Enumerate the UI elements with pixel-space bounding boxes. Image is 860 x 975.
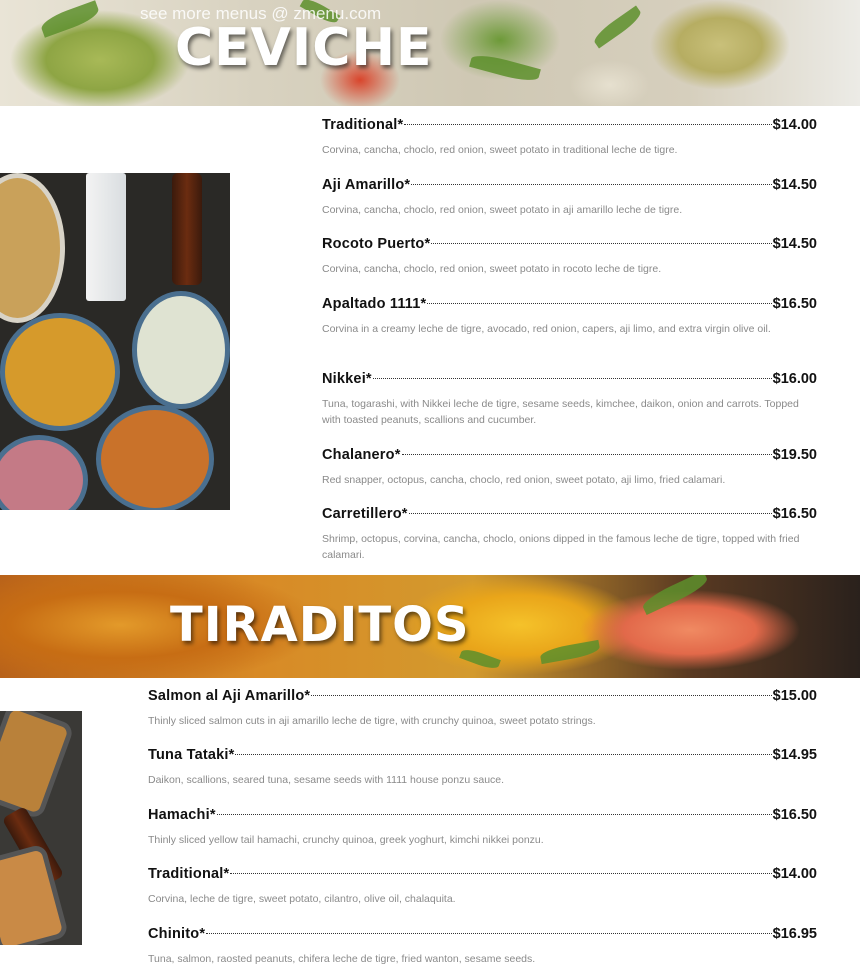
bowl-image — [96, 405, 214, 510]
item-name: Carretillero* — [322, 506, 408, 522]
item-name: Nikkei* — [322, 371, 372, 387]
item-name: Apaltado 1111* — [322, 296, 427, 312]
section-title-tiraditos: TIRADITOS — [170, 597, 470, 653]
dotted-leader — [431, 243, 772, 244]
dotted-leader — [206, 933, 772, 934]
item-description: Corvina, cancha, choclo, red onion, swee… — [322, 144, 678, 156]
plate-image — [0, 843, 70, 945]
item-description: Corvina, leche de tigre, sweet potato, c… — [148, 893, 456, 905]
dotted-leader — [411, 184, 772, 185]
leaf-decoration — [539, 639, 601, 665]
ceviche-banner: see more menus @ zmenu.com CEVICHE — [0, 0, 860, 106]
item-description: Shrimp, octopus, corvina, cancha, choclo… — [322, 533, 800, 561]
item-name: Chalanero* — [322, 447, 401, 463]
item-description: Corvina, cancha, choclo, red onion, swee… — [322, 263, 662, 275]
item-name: Rocoto Puerto* — [322, 236, 431, 252]
dotted-leader — [427, 303, 772, 304]
menu-item: Aji Amarillo* $14.50 Corvina, cancha, cho… — [322, 177, 817, 218]
item-price: $16.50 — [772, 506, 817, 522]
item-name: Hamachi* — [148, 807, 216, 823]
leaf-decoration — [590, 5, 645, 49]
item-name: Aji Amarillo* — [322, 177, 411, 193]
dotted-leader — [404, 124, 772, 125]
dotted-leader — [216, 814, 772, 815]
menu-item: Apaltado 1111* $16.50 Corvina in a creamy… — [322, 296, 817, 337]
item-name: Traditional* — [148, 866, 230, 882]
item-price: $16.00 — [772, 371, 817, 387]
dotted-leader — [372, 378, 772, 379]
dotted-leader — [235, 754, 772, 755]
item-description: Tuna, salmon, raosted peanuts, chifera l… — [148, 953, 536, 965]
section-title-ceviche: CEVICHE — [175, 18, 433, 78]
bottle-image — [172, 173, 202, 285]
bowl-image — [132, 291, 230, 409]
item-description: Corvina in a creamy leche de tigre, avoc… — [322, 323, 771, 335]
dotted-leader — [230, 873, 772, 874]
menu-item: Tuna Tataki* $14.95 Daikon, scallions, se… — [148, 747, 817, 788]
item-name: Chinito* — [148, 926, 206, 942]
item-price: $16.50 — [772, 296, 817, 312]
item-price: $15.00 — [772, 688, 817, 704]
dotted-leader — [408, 513, 772, 514]
bowl-image — [0, 435, 88, 510]
leaf-decoration — [469, 51, 541, 85]
item-description: Daikon, scallions, seared tuna, sesame s… — [148, 774, 505, 786]
menu-item: Nikkei* $16.00 Tuna, togarashi, with Nikk… — [322, 371, 817, 428]
item-price: $14.50 — [772, 177, 817, 193]
item-description: Thinly sliced salmon cuts in aji amarill… — [148, 715, 596, 727]
menu-item: Carretillero* $16.50 Shrimp, octopus, cor… — [322, 506, 817, 563]
item-description: Corvina, cancha, choclo, red onion, swee… — [322, 204, 683, 216]
item-price: $16.95 — [772, 926, 817, 942]
menu-item: Chalanero* $19.50 Red snapper, octopus, c… — [322, 447, 817, 488]
item-price: $16.50 — [772, 807, 817, 823]
tiraditos-photo — [0, 711, 82, 945]
leaf-decoration — [38, 0, 102, 38]
item-price: $19.50 — [772, 447, 817, 463]
item-name: Tuna Tataki* — [148, 747, 235, 763]
menu-item: Hamachi* $16.50 Thinly sliced yellow tail… — [148, 807, 817, 848]
menu-item: Chinito* $16.95 Tuna, salmon, raosted pea… — [148, 926, 817, 967]
item-description: Red snapper, octopus, cancha, choclo, re… — [322, 474, 726, 486]
plate-image — [0, 711, 75, 820]
bowl-image — [0, 173, 65, 323]
menu-item: Traditional* $14.00 Corvina, leche de tig… — [148, 866, 817, 907]
menu-item: Salmon al Aji Amarillo* $15.00 Thinly sli… — [148, 688, 817, 729]
leaf-decoration — [639, 575, 711, 616]
napkin-image — [86, 173, 126, 301]
dotted-leader — [401, 454, 772, 455]
bowl-image — [0, 313, 120, 431]
tiraditos-banner: TIRADITOS — [0, 575, 860, 678]
menu-item: Traditional* $14.00 Corvina, cancha, choc… — [322, 117, 817, 158]
item-price: $14.50 — [772, 236, 817, 252]
item-description: Tuna, togarashi, with Nikkei leche de ti… — [322, 398, 799, 426]
ceviche-photo — [0, 173, 230, 510]
item-price: $14.00 — [772, 117, 817, 133]
item-price: $14.95 — [772, 747, 817, 763]
item-description: Thinly sliced yellow tail hamachi, crunc… — [148, 834, 544, 846]
item-name: Traditional* — [322, 117, 404, 133]
item-price: $14.00 — [772, 866, 817, 882]
dotted-leader — [311, 695, 772, 696]
menu-item: Rocoto Puerto* $14.50 Corvina, cancha, ch… — [322, 236, 817, 277]
item-name: Salmon al Aji Amarillo* — [148, 688, 311, 704]
